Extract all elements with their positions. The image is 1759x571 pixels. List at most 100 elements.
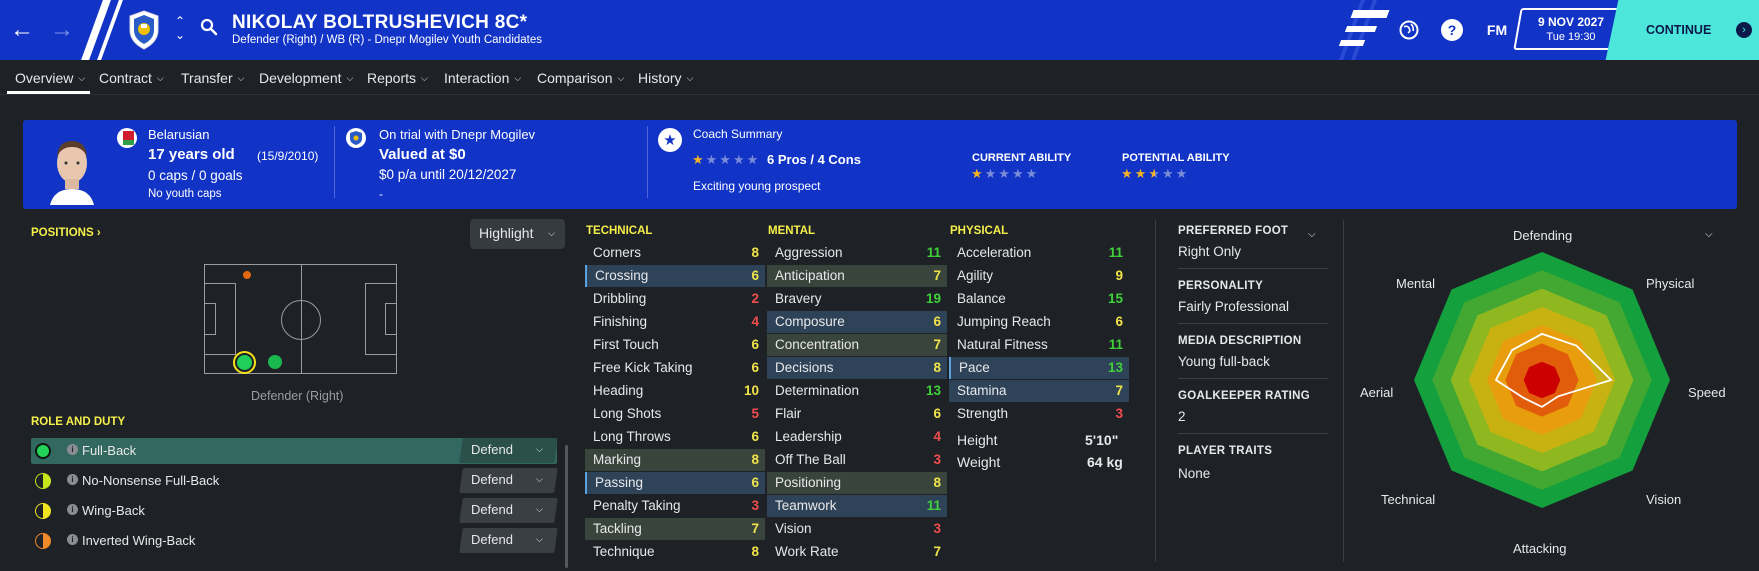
role-row[interactable]: i Inverted Wing-Back Defend ⌵ (31, 528, 558, 554)
club-status: On trial with Dnepr Mogilev (379, 127, 536, 142)
duty-label[interactable]: Defend (471, 532, 513, 547)
attribute-row[interactable]: Heading 10 (585, 380, 765, 402)
role-duty-title: ROLE AND DUTY (31, 416, 126, 428)
preferred-foot: Right Only (1178, 244, 1242, 259)
attribute-row[interactable]: Pace 13 (949, 357, 1129, 379)
tab-overview[interactable]: Overview ⌵ (15, 70, 85, 86)
tab-development[interactable]: Development ⌵ (259, 70, 353, 86)
duty-label[interactable]: Defend (471, 502, 513, 517)
tab-comparison[interactable]: Comparison ⌵ (537, 70, 624, 86)
attribute-row[interactable]: Natural Fitness 11 (949, 334, 1129, 356)
tab-transfer[interactable]: Transfer ⌵ (181, 70, 244, 86)
attribute-row[interactable]: Bravery 19 (767, 288, 947, 310)
radar-label-attacking: Attacking (1513, 541, 1567, 556)
chevron-down-icon: ⌵ (237, 73, 245, 83)
duty-label[interactable]: Defend (471, 442, 513, 457)
chevron-down-icon[interactable]: ⌵ (536, 444, 543, 455)
forward-arrow-icon[interactable]: → (48, 16, 76, 44)
attribute-row[interactable]: Decisions 8 (767, 357, 947, 379)
tab-interaction[interactable]: Interaction ⌵ (444, 70, 521, 86)
info-icon[interactable]: i (67, 444, 78, 455)
position-dot-accomplished[interactable] (268, 355, 282, 369)
attribute-row[interactable]: Anticipation 7 (767, 265, 947, 287)
chevron-down-icon[interactable]: ⌵ (536, 474, 543, 485)
fm-menu-button[interactable]: FM (1483, 19, 1511, 41)
chevron-down-icon[interactable]: ⌵ (536, 504, 543, 515)
attribute-name: Jumping Reach (957, 314, 1051, 329)
attribute-name: Heading (593, 383, 644, 398)
attribute-row[interactable]: Corners 8 (585, 242, 765, 264)
position-dot-natural[interactable] (237, 355, 252, 370)
role-name: Wing-Back (82, 503, 145, 518)
attribute-row[interactable]: Flair 6 (767, 403, 947, 425)
attribute-value: 8 (751, 544, 759, 559)
role-row[interactable]: i Full-Back Defend ⌵ (31, 438, 558, 464)
tab-reports[interactable]: Reports ⌵ (367, 70, 428, 86)
tab-contract[interactable]: Contract ⌵ (99, 70, 164, 86)
attribute-value: 9 (1115, 268, 1123, 283)
attribute-row[interactable]: Stamina 7 (949, 380, 1129, 402)
attribute-row[interactable]: Crossing 6 (585, 265, 765, 287)
attribute-row[interactable]: Jumping Reach 6 (949, 311, 1129, 333)
chevron-down-icon[interactable]: ⌵ (1705, 229, 1713, 240)
attribute-row[interactable]: Composure 6 (767, 311, 947, 333)
attribute-row[interactable]: Agility 9 (949, 265, 1129, 287)
attribute-row[interactable]: Strength 3 (949, 403, 1129, 425)
personality-title: PERSONALITY (1178, 280, 1264, 292)
attribute-row[interactable]: Leadership 4 (767, 426, 947, 448)
positions-title[interactable]: POSITIONS › (31, 227, 101, 239)
scrollbar[interactable] (565, 445, 568, 568)
globe-icon[interactable] (1398, 19, 1420, 41)
attribute-row[interactable]: First Touch 6 (585, 334, 765, 356)
attribute-row[interactable]: Free Kick Taking 6 (585, 357, 765, 379)
chevron-down-icon[interactable]: ⌵ (536, 534, 543, 545)
banner-divider (647, 126, 648, 198)
chevron-down-icon[interactable]: ⌵ (1308, 229, 1316, 240)
attribute-row[interactable]: Determination 13 (767, 380, 947, 402)
duty-label[interactable]: Defend (471, 472, 513, 487)
attribute-row[interactable]: Aggression 11 (767, 242, 947, 264)
attribute-row[interactable]: Positioning 8 (767, 472, 947, 494)
continue-arrow-icon[interactable]: › (1736, 22, 1752, 38)
attribute-row[interactable]: Finishing 4 (585, 311, 765, 333)
attribute-row[interactable]: Marking 8 (585, 449, 765, 471)
position-dot-unconvincing[interactable] (242, 270, 252, 280)
back-arrow-icon[interactable]: ← (8, 16, 36, 44)
attribute-row[interactable]: Balance 15 (949, 288, 1129, 310)
attribute-value: 8 (751, 245, 759, 260)
info-icon[interactable]: i (67, 504, 78, 515)
attribute-row[interactable]: Dribbling 2 (585, 288, 765, 310)
attribute-row[interactable]: Passing 6 (585, 472, 765, 494)
role-row[interactable]: i No-Nonsense Full-Back Defend ⌵ (31, 468, 558, 494)
search-icon[interactable] (200, 18, 218, 36)
attribute-name: Finishing (593, 314, 648, 329)
attribute-row[interactable]: Teamwork 11 (767, 495, 947, 517)
attribute-row[interactable]: Concentration 7 (767, 334, 947, 356)
info-icon[interactable]: i (67, 534, 78, 545)
attribute-row[interactable]: Penalty Taking 3 (585, 495, 765, 517)
attribute-name: First Touch (593, 337, 659, 352)
chevron-down-icon: ⌵ (78, 73, 86, 83)
attribute-value: 5 (751, 406, 759, 421)
player-switch-arrows-icon[interactable]: ⌃ ⌄ (175, 14, 185, 42)
attribute-row[interactable]: Vision 3 (767, 518, 947, 540)
attribute-value: 6 (751, 337, 759, 352)
attribute-row[interactable]: Acceleration 11 (949, 242, 1129, 264)
mental-title: MENTAL (768, 225, 816, 237)
attribute-row[interactable]: Work Rate 7 (767, 541, 947, 563)
attribute-row[interactable]: Tackling 7 (585, 518, 765, 540)
info-icon[interactable]: i (67, 474, 78, 485)
player-face-image[interactable] (48, 133, 96, 205)
tab-history[interactable]: History ⌵ (638, 70, 693, 86)
attribute-row[interactable]: Long Throws 6 (585, 426, 765, 448)
role-row[interactable]: i Wing-Back Defend ⌵ (31, 498, 558, 524)
attribute-name: Marking (593, 452, 642, 467)
attribute-row[interactable]: Off The Ball 3 (767, 449, 947, 471)
highlight-dropdown[interactable]: Highlight ⌵ (470, 219, 565, 249)
continue-label[interactable]: CONTINUE (1646, 23, 1711, 37)
attribute-row[interactable]: Long Shots 5 (585, 403, 765, 425)
banner-divider (334, 126, 335, 198)
attribute-row[interactable]: Technique 8 (585, 541, 765, 563)
attribute-value: 7 (933, 337, 941, 352)
help-icon[interactable]: ? (1441, 19, 1463, 41)
